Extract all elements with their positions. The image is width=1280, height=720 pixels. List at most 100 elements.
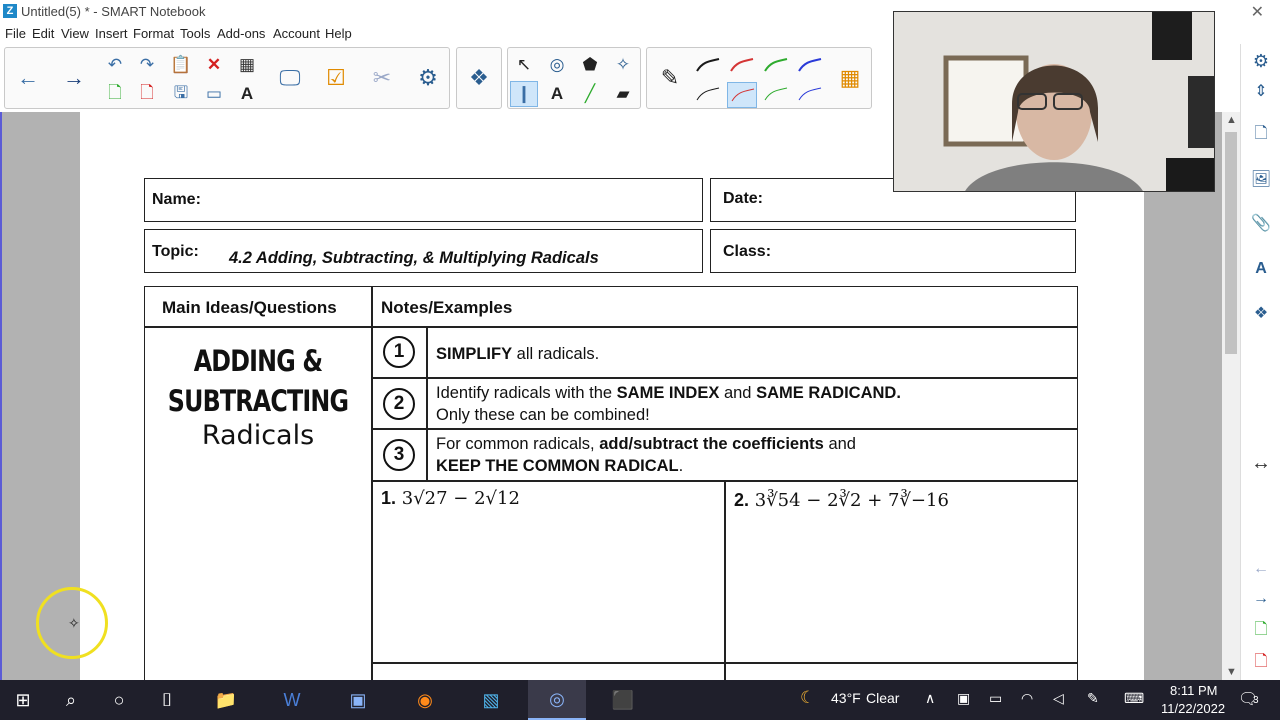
problem-1-expression: 3√27 − 2√12: [401, 488, 520, 509]
previous-page-icon[interactable]: ←: [1245, 554, 1277, 584]
problem-row-divider: [371, 662, 1078, 664]
weather-condition[interactable]: Clear: [866, 690, 899, 706]
menu-view[interactable]: View: [61, 26, 89, 41]
menu-add-ons[interactable]: Add-ons: [217, 26, 265, 41]
back-arrow-icon[interactable]: ←: [9, 50, 47, 106]
delete-icon[interactable]: ✕: [200, 52, 228, 78]
pen-red-icon[interactable]: [727, 53, 757, 79]
pen-ink-icon[interactable]: ✎: [1087, 690, 1099, 707]
shapes-icon[interactable]: ◎: [543, 52, 571, 78]
measurement-icon[interactable]: ✂: [363, 50, 401, 106]
weather-moon-icon[interactable]: ☾: [800, 688, 815, 708]
clock-time[interactable]: 8:11 PM: [1170, 683, 1217, 698]
notebook-page-canvas[interactable]: Name: Date: Topic: 4.2 Adding, Subtracti…: [80, 112, 1144, 686]
highlighter-black-icon[interactable]: [693, 82, 723, 108]
delete-page-side-icon[interactable]: 🗋: [1245, 648, 1277, 678]
fill-icon[interactable]: ⬟: [576, 52, 604, 78]
menu-account[interactable]: Account: [273, 26, 320, 41]
highlighter-blue-icon[interactable]: [795, 82, 825, 108]
smart-notebook-app-icon: Z: [3, 4, 17, 18]
vertical-scrollbar[interactable]: ▲ ▼: [1222, 112, 1240, 680]
heading-radicals: Radicals: [201, 420, 315, 451]
new-page-icon[interactable]: 🗋: [101, 81, 129, 107]
properties-icon[interactable]: A: [1245, 254, 1277, 284]
word-icon[interactable]: W: [269, 680, 315, 720]
attachments-icon[interactable]: 📎: [1245, 208, 1277, 238]
text-icon[interactable]: A: [543, 81, 571, 107]
step-2-mid: and: [719, 384, 757, 402]
menu-format[interactable]: Format: [133, 26, 174, 41]
paste-icon[interactable]: 📋: [167, 52, 195, 78]
step-3-text: For common radicals, add/subtract the co…: [436, 433, 856, 477]
scroll-thumb[interactable]: [1225, 132, 1237, 354]
clock-date[interactable]: 11/22/2022: [1161, 701, 1225, 716]
file-explorer-icon[interactable]: 📁: [203, 680, 249, 720]
volume-icon[interactable]: ◁: [1053, 690, 1064, 707]
erase-fill-icon[interactable]: ✧: [609, 52, 637, 78]
app-window-icon[interactable]: ▣: [335, 680, 381, 720]
battery-icon[interactable]: ▭: [989, 690, 1002, 707]
select-icon[interactable]: ↖: [510, 52, 538, 78]
scroll-down-icon[interactable]: ▼: [1226, 666, 1237, 678]
close-icon[interactable]: ✕: [1251, 2, 1264, 22]
pen-green-icon[interactable]: [761, 53, 791, 79]
line-icon[interactable]: ╱: [576, 81, 604, 107]
settings-gear-icon[interactable]: ⚙: [1245, 46, 1277, 76]
menu-tools[interactable]: Tools: [180, 26, 210, 41]
delete-page-icon[interactable]: 🗋: [133, 81, 161, 107]
next-page-icon[interactable]: →: [1245, 584, 1277, 614]
add-ons-tab-icon[interactable]: ❖: [1245, 298, 1277, 328]
pens-icon[interactable]: ❙: [510, 81, 538, 107]
table-icon[interactable]: ▦: [233, 52, 261, 78]
text-tool-icon[interactable]: A: [233, 81, 261, 107]
firefox-icon[interactable]: ◉: [402, 680, 448, 720]
weather-temperature[interactable]: 43°F: [831, 690, 861, 706]
task-view-icon[interactable]: ⌷: [144, 680, 190, 720]
page-sorter-icon[interactable]: 🗋: [1245, 120, 1277, 150]
problem-2-expression: 3∛54 − 2∛2 + 7∛−16: [754, 490, 949, 511]
save-icon[interactable]: 🖫: [167, 81, 195, 107]
forward-arrow-icon[interactable]: →: [55, 50, 93, 106]
search-icon[interactable]: ⌕: [48, 680, 94, 720]
pen-black-icon[interactable]: [693, 53, 723, 79]
problem-1-number: 1.: [381, 488, 397, 508]
redo-icon[interactable]: ↷: [133, 52, 161, 78]
cortana-icon[interactable]: ○: [96, 680, 142, 720]
menu-help[interactable]: Help: [325, 26, 352, 41]
pen-icon[interactable]: ✎: [651, 50, 689, 106]
problem-divider: [724, 480, 726, 686]
step-2-line2: Only these can be combined!: [436, 406, 650, 424]
menu-insert[interactable]: Insert: [95, 26, 128, 41]
menu-edit[interactable]: Edit: [32, 26, 54, 41]
menu-file[interactable]: File: [5, 26, 26, 41]
window-title: Untitled(5) * - SMART Notebook: [21, 4, 206, 19]
windows-start-icon[interactable]: ⊞: [0, 680, 46, 720]
highlighter-green-icon[interactable]: [761, 82, 791, 108]
step-2-bold2: SAME RADICAND.: [756, 384, 901, 402]
pen-blue-icon[interactable]: [795, 53, 825, 79]
undo-icon[interactable]: ↶: [101, 52, 129, 78]
screen-shade-icon[interactable]: ▭: [200, 81, 228, 107]
recording-app-icon[interactable]: ◎: [528, 680, 586, 720]
step-1-bold: SIMPLIFY: [436, 345, 513, 363]
acrobat-icon[interactable]: ⬛: [600, 680, 646, 720]
resize-horizontal-icon[interactable]: ↔: [1245, 448, 1277, 478]
scroll-up-icon[interactable]: ▲: [1226, 114, 1237, 126]
show-hidden-icons-icon[interactable]: ∧: [925, 690, 935, 707]
gallery-icon[interactable]: 🖼: [1245, 164, 1277, 194]
move-sidebar-icon[interactable]: ⇕: [1245, 76, 1277, 106]
response-icon[interactable]: ☑: [317, 50, 355, 106]
eraser-icon[interactable]: ▰: [609, 81, 637, 107]
tray-app-icon[interactable]: ▣: [957, 690, 970, 707]
highlighter-red-icon[interactable]: [727, 82, 757, 108]
widgets-icon[interactable]: ❖: [460, 50, 498, 106]
keyboard-icon[interactable]: ⌨: [1124, 690, 1144, 707]
add-ons-icon[interactable]: ⚙: [409, 50, 447, 106]
color-palette-icon[interactable]: ▦: [831, 50, 869, 106]
toolbar-group-pens: ✎ ▦: [646, 47, 872, 109]
screen-capture-icon[interactable]: 🖵: [271, 50, 309, 106]
wifi-icon[interactable]: ◠: [1021, 690, 1033, 707]
step-3-line2-end: .: [678, 457, 684, 475]
add-page-icon[interactable]: 🗋: [1245, 616, 1277, 646]
smart-notebook-taskbar-icon[interactable]: ▧: [468, 680, 514, 720]
